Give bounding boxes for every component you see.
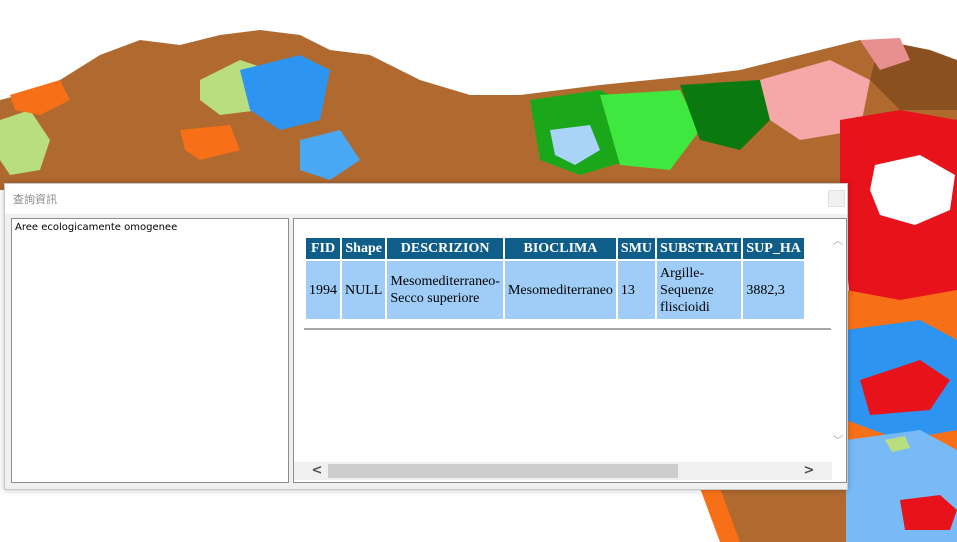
- column-header-shape[interactable]: Shape: [342, 238, 386, 259]
- scroll-left-icon[interactable]: <: [308, 462, 326, 480]
- table-cell-shape: NULL: [342, 261, 386, 319]
- column-header-substrati[interactable]: SUBSTRATI: [657, 238, 742, 259]
- horizontal-scrollbar[interactable]: < >: [294, 462, 832, 480]
- table-cell-smu: 13: [617, 261, 656, 319]
- table-cell-substrati: Argille- Sequenze fliscioidi: [657, 261, 742, 319]
- table-cell-descrizion: Mesomediterraneo- Secco superiore: [387, 261, 503, 319]
- attribute-table: FID Shape DESCRIZION BIOCLIMA SMU SUBSTRATI SU…: [304, 236, 806, 321]
- query-info-titlebar[interactable]: 查詢資訊: [5, 184, 847, 214]
- table-cell-fid: 1994: [306, 261, 340, 319]
- table-bottom-divider: [304, 328, 831, 330]
- attribute-result-pane[interactable]: FID Shape DESCRIZION BIOCLIMA SMU SUBSTRATI SU…: [293, 218, 847, 483]
- scroll-up-icon[interactable]: ︿: [832, 235, 844, 247]
- scroll-down-icon[interactable]: ﹀: [832, 435, 844, 447]
- table-cell-sup-ha: 3882,3: [743, 261, 804, 319]
- column-header-sup-ha[interactable]: SUP_HA: [743, 238, 804, 259]
- layer-list[interactable]: Aree ecologicamente omogenee: [11, 218, 289, 483]
- column-header-descrizion[interactable]: DESCRIZION: [387, 238, 503, 259]
- column-header-bioclima[interactable]: BIOCLIMA: [504, 238, 616, 259]
- scroll-right-icon[interactable]: >: [800, 462, 818, 480]
- map-region-east-brown: [720, 488, 846, 542]
- window-title: 查詢資訊: [13, 193, 57, 206]
- table-row[interactable]: 1994 NULL Mesomediterraneo- Secco superiore…: [306, 261, 804, 319]
- layer-list-item[interactable]: Aree ecologicamente omogenee: [15, 222, 177, 233]
- close-button[interactable]: [828, 190, 845, 207]
- table-cell-bioclima: Mesomediterraneo: [504, 261, 616, 319]
- column-header-smu[interactable]: SMU: [617, 238, 656, 259]
- horizontal-scroll-thumb[interactable]: [328, 464, 678, 478]
- query-info-body: Aree ecologicamente omogenee FID Shape DES…: [5, 214, 847, 489]
- query-info-window[interactable]: 查詢資訊 Aree ecologicamente omogenee FID Sha…: [4, 183, 848, 490]
- table-header-row: FID Shape DESCRIZION BIOCLIMA SMU SUBSTRATI SU…: [306, 238, 804, 259]
- column-header-fid[interactable]: FID: [306, 238, 340, 259]
- attribute-table-viewport: FID Shape DESCRIZION BIOCLIMA SMU SUBSTRATI SU…: [304, 236, 831, 328]
